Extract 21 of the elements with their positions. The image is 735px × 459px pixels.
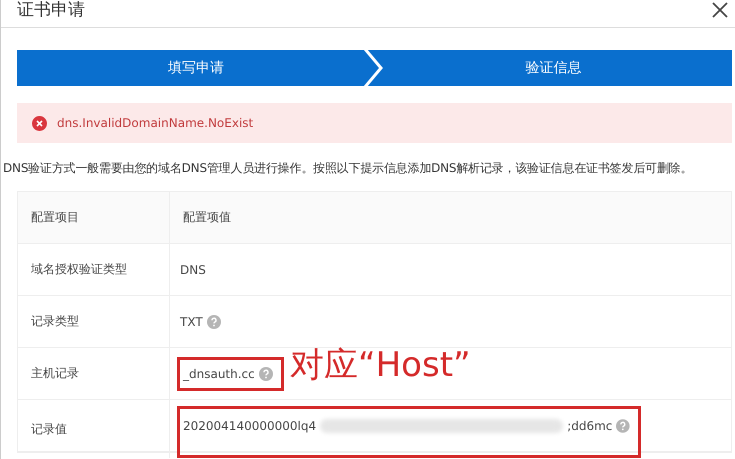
column-header: 配置项值 [182, 209, 232, 226]
help-icon[interactable] [616, 419, 630, 433]
help-icon[interactable] [258, 366, 273, 380]
value-text: ;dd6mc [567, 419, 612, 433]
error-message: dns.InvalidDomainName.NoExist [57, 116, 254, 130]
table-cell: 域名授权验证类型 [18, 244, 170, 295]
dialog-title: 证书申请 [17, 0, 85, 20]
step-bar: 验证信息 [374, 50, 732, 86]
help-icon[interactable] [206, 314, 221, 328]
value-text: DNS [180, 262, 206, 276]
column-header: 配置项目 [18, 192, 170, 243]
value-text: 202004140000000lq4 [183, 419, 316, 433]
chevron-icon [362, 50, 384, 86]
error-icon [32, 116, 47, 130]
annotation-text: 对应“Host” [290, 344, 471, 387]
description-text: DNS验证方式一般需要由您的域名DNS管理人员进行操作。按照以下提示信息添加DNS解析记录，该验证信息在证书签发后可删除。 [3, 160, 694, 177]
table-cell: 记录类型 [18, 296, 170, 347]
table-cell: 记录值 [18, 400, 170, 458]
table-cell: 主机记录 [18, 348, 170, 399]
value-text: TXT [180, 314, 203, 328]
value-text: _dnsauth.cc [183, 366, 255, 380]
